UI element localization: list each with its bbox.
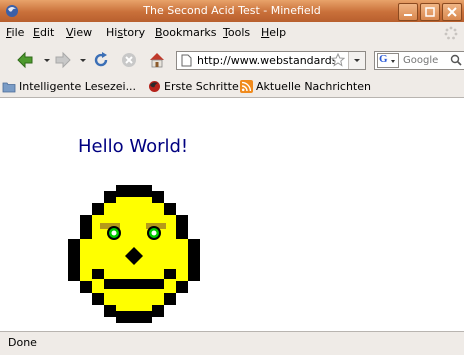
status-bar: Done	[0, 331, 464, 355]
bookmark-intelligente-lesezeichen[interactable]: Intelligente Lesezei...	[2, 80, 136, 93]
throbber-icon	[444, 26, 458, 40]
menu-label: elp	[269, 26, 287, 39]
menu-label: iew	[73, 26, 93, 39]
title-bar[interactable]: The Second Acid Test - Minefield	[0, 0, 464, 22]
navigation-toolbar: http://www.webstandards.org/files/acid2/…	[0, 44, 464, 76]
browser-app-icon[interactable]	[5, 4, 19, 18]
menu-edit[interactable]: Edit	[33, 26, 54, 39]
search-input[interactable]	[403, 53, 449, 67]
search-bar[interactable]: G	[374, 51, 464, 70]
rss-icon	[240, 80, 253, 93]
menu-label: Hi	[106, 26, 118, 39]
bookmark-erste-schritte[interactable]: Erste Schritte	[148, 80, 239, 93]
menu-bookmarks[interactable]: Bookmarks	[155, 26, 216, 39]
menu-help[interactable]: Help	[261, 26, 286, 39]
menu-tools[interactable]: Tools	[223, 26, 250, 39]
close-icon	[447, 7, 457, 17]
smiley-face-image	[68, 185, 200, 323]
status-text: Done	[8, 336, 37, 349]
menu-label: ools	[227, 26, 251, 39]
search-engine-button[interactable]: G	[377, 53, 399, 68]
back-icon[interactable]	[16, 51, 34, 69]
menu-view[interactable]: View	[66, 26, 92, 39]
menu-label: ookmarks	[162, 26, 217, 39]
home-icon[interactable]	[148, 51, 166, 69]
folder-icon	[2, 82, 16, 92]
forward-icon[interactable]	[54, 51, 72, 69]
page-icon	[181, 54, 192, 67]
maximize-icon	[425, 7, 435, 17]
menu-accel: B	[155, 26, 163, 39]
url-bar[interactable]: http://www.webstandards.org/files/acid2/…	[176, 51, 366, 70]
menu-label: tory	[123, 26, 146, 39]
hello-world-heading: Hello World!	[78, 136, 189, 157]
chevron-down-icon	[354, 59, 360, 62]
menu-file[interactable]: File	[6, 26, 24, 39]
browser-window: The Second Acid Test - Minefield File Ed…	[0, 0, 464, 355]
bookmark-label: Intelligente Lesezei...	[19, 80, 137, 93]
chevron-down-icon	[391, 60, 395, 63]
bookmarks-toolbar: Intelligente Lesezei... Erste Schritte A…	[0, 76, 464, 98]
menu-history[interactable]: History	[106, 26, 145, 39]
page-content: Hello World!	[0, 98, 464, 331]
minimize-icon	[404, 14, 412, 16]
star-icon[interactable]	[331, 53, 345, 67]
bookmark-label: Erste Schritte	[164, 80, 239, 93]
window-title: The Second Acid Test - Minefield	[143, 4, 321, 17]
magnifier-icon[interactable]	[450, 54, 462, 66]
firefox-icon	[149, 81, 160, 92]
stop-icon[interactable]	[120, 51, 138, 69]
close-button[interactable]	[442, 3, 462, 21]
menu-bar: File Edit View History Bookmarks Tools H…	[0, 22, 464, 44]
menu-label: ile	[11, 26, 25, 39]
menu-accel: E	[33, 26, 40, 39]
bookmark-aktuelle-nachrichten[interactable]: Aktuelle Nachrichten	[240, 80, 371, 93]
url-text[interactable]: http://www.webstandards.org/files/acid2/…	[197, 54, 337, 67]
url-history-dropdown[interactable]	[348, 52, 365, 69]
maximize-button[interactable]	[420, 3, 440, 21]
menu-label: dit	[39, 26, 55, 39]
minimize-button[interactable]	[398, 3, 418, 21]
reload-icon[interactable]	[92, 51, 110, 69]
bookmark-label: Aktuelle Nachrichten	[256, 80, 371, 93]
